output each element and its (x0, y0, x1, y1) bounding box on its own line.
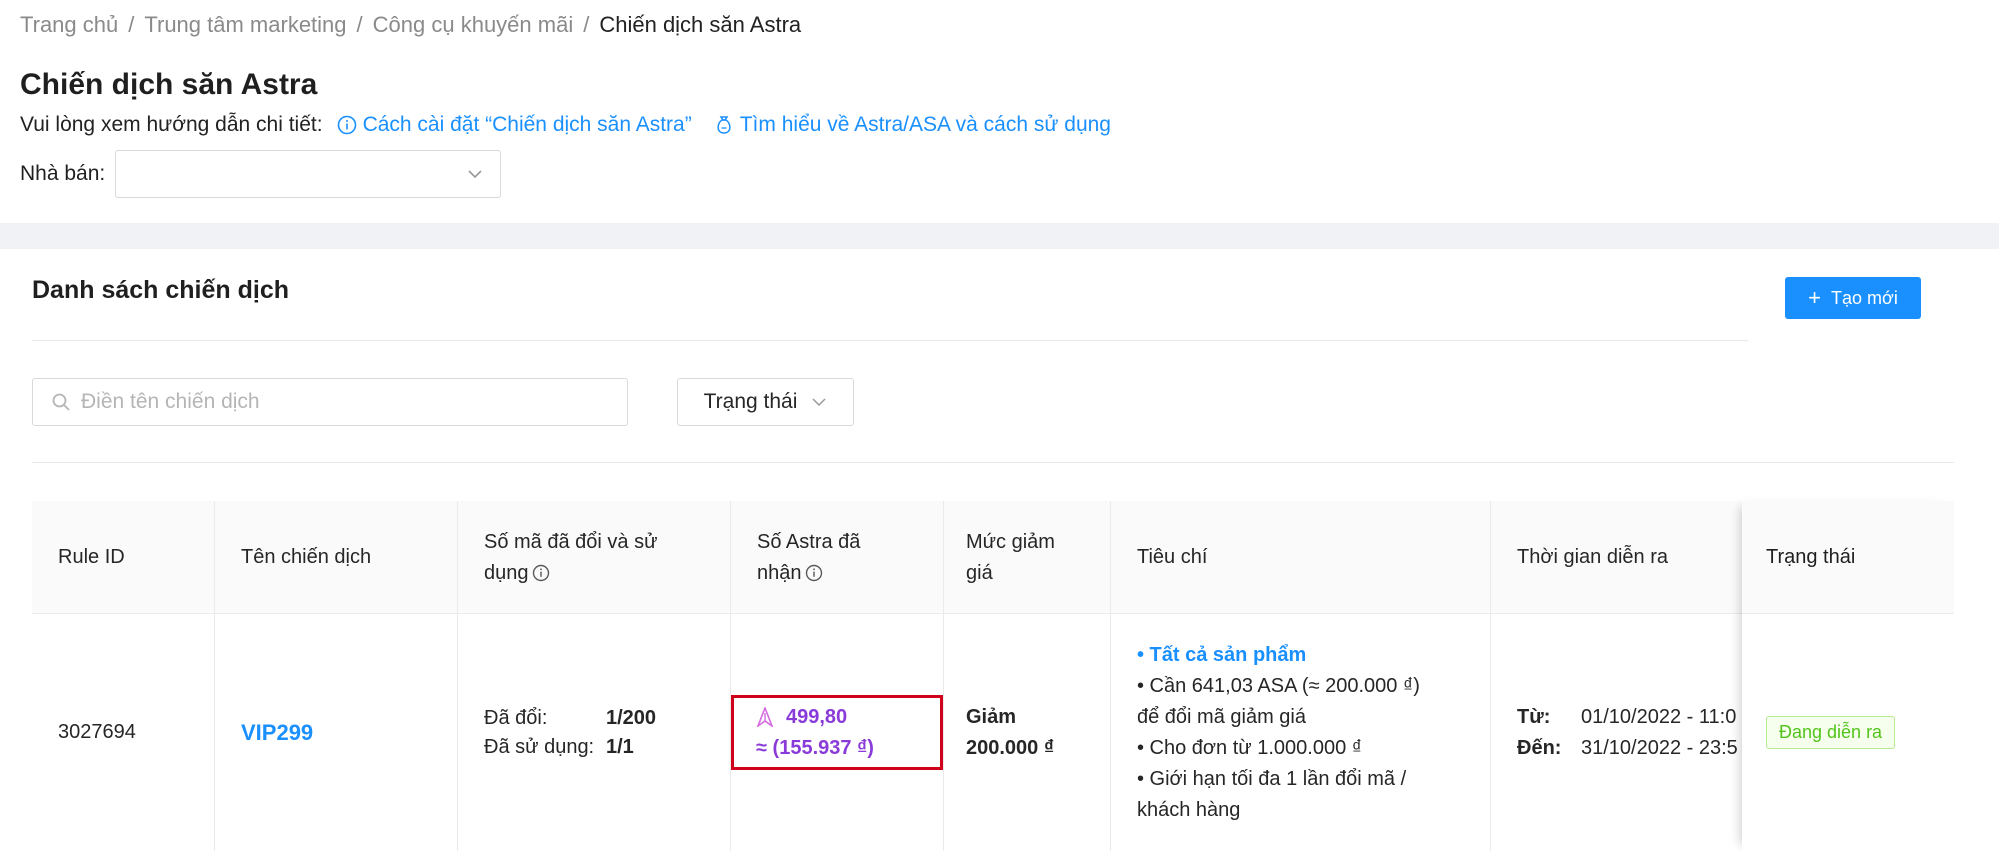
criteria-item: • Tất cả sản phẩm (1137, 643, 1307, 666)
cell-codes: Đã đổi: 1/200 Đã sử dụng: 1/1 (457, 614, 730, 851)
table-header: Rule ID Tên chiến dịch Số mã đã đổi và s… (32, 501, 1954, 614)
col-header-codes-text: Số mã đã đổi và sử dụng (484, 527, 690, 589)
setup-guide-link-text: Cách cài đặt “Chiến dịch săn Astra” (362, 113, 692, 136)
campaign-table: Rule ID Tên chiến dịch Số mã đã đổi và s… (32, 501, 1954, 851)
col-header-codes-label: Số mã đã đổi và sử dụng (484, 530, 658, 584)
cell-name: VIP299 (214, 614, 457, 851)
create-new-button[interactable]: + Tạo mới (1785, 277, 1921, 319)
info-circle-icon[interactable] (805, 564, 823, 582)
col-header-name: Tên chiến dịch (214, 501, 457, 614)
breadcrumb-separator: / (128, 12, 135, 37)
section-divider (0, 223, 1999, 249)
col-header-criteria: Tiêu chí (1110, 501, 1490, 614)
status-filter-dropdown[interactable]: Trạng thái (677, 378, 854, 426)
status-filter-label: Trạng thái (703, 390, 798, 413)
cell-criteria: • Tất cả sản phẩm • Cần 641,03 ASA (≈ 20… (1110, 614, 1490, 851)
exchanged-value: 1/200 (606, 706, 657, 729)
discount-line-1: Giảm (966, 705, 1017, 728)
criteria-list: • Tất cả sản phẩm • Cần 641,03 ASA (≈ 20… (1137, 640, 1420, 826)
astra-highlight-box: 499,80 ≈ (155.937 ₫) (731, 695, 943, 770)
money-bag-icon (717, 116, 731, 134)
col-header-rule-id: Rule ID (32, 501, 214, 614)
chevron-down-icon (812, 398, 826, 407)
chevron-down-icon (468, 170, 482, 179)
discount-line-2: 200.000 ₫ (966, 736, 1055, 759)
cell-astra: 499,80 ≈ (155.937 ₫) (730, 614, 943, 851)
breadcrumb-item-home[interactable]: Trang chủ (20, 12, 118, 38)
discount-value: Giảm 200.000 ₫ (966, 702, 1054, 764)
divider (32, 340, 1748, 341)
page-header: Trang chủ / Trung tâm marketing / Công cụ kh… (0, 0, 1999, 223)
to-label: Đến: (1517, 736, 1562, 759)
guide-row: Vui lòng xem hướng dẫn chi tiết: Cách cà… (20, 113, 1111, 137)
status-column: Trạng thái Đang diễn ra (1742, 501, 1954, 851)
info-circle-icon[interactable] (532, 564, 550, 582)
criteria-item: • Cho đơn từ 1.000.000 ₫ (1137, 736, 1363, 759)
codes-stats: Đã đổi: 1/200 Đã sử dụng: 1/1 (484, 707, 656, 759)
exchanged-label: Đã đổi: (484, 706, 548, 729)
col-header-time-text: Thời gian diễn ra (1517, 546, 1668, 568)
astra-info-link-text: Tìm hiểu về Astra/ASA và cách sử dụng (739, 113, 1111, 136)
astra-amount-line: 499,80 (756, 702, 940, 733)
col-header-time: Thời gian diễn ra (1490, 501, 1742, 614)
campaign-search-box (32, 378, 628, 426)
criteria-item-continued: khách hàng (1137, 798, 1241, 821)
seller-label: Nhà bán (20, 162, 100, 185)
criteria-item-continued: để đổi mã giảm giá (1137, 705, 1306, 728)
setup-guide-link[interactable]: Cách cài đặt “Chiến dịch săn Astra” (337, 113, 692, 137)
criteria-item: • Cần 641,03 ASA (≈ 200.000 ₫) (1137, 674, 1420, 697)
astra-icon (756, 707, 774, 727)
breadcrumb-item-promotion-tools[interactable]: Công cụ khuyến mãi (373, 12, 574, 38)
col-header-rule-id-text: Rule ID (58, 546, 125, 568)
col-header-astra: Số Astra đã nhận (730, 501, 943, 614)
astra-info-link[interactable]: Tìm hiểu về Astra/ASA và cách sử dụng (714, 113, 1111, 137)
to-value: 31/10/2022 - 23:5 (1581, 736, 1738, 759)
col-header-criteria-text: Tiêu chí (1137, 546, 1208, 568)
used-value: 1/1 (606, 735, 634, 758)
guide-label: Vui lòng xem hướng dẫn chi tiết: (20, 113, 323, 136)
status-badge: Đang diễn ra (1766, 716, 1896, 749)
time-range: Từ: 01/10/2022 - 11:0 Đến: 31/10/2022 - 23… (1517, 702, 1738, 764)
from-label: Từ: (1517, 705, 1551, 728)
breadcrumb-separator: / (356, 12, 363, 37)
col-header-status: Trạng thái (1742, 501, 1954, 614)
criteria-item: • Giới hạn tối đa 1 lần đổi mã / (1137, 767, 1407, 790)
cell-status: Đang diễn ra (1742, 614, 1954, 851)
table-row: 3027694 VIP299 Đã đổi: 1/200 Đã sử dụng: 1… (32, 614, 1954, 851)
col-header-name-text: Tên chiến dịch (241, 546, 372, 568)
plus-icon: + (1808, 285, 1822, 310)
used-label: Đã sử dụng: (484, 735, 595, 758)
campaign-search-input[interactable] (79, 389, 603, 415)
create-new-label: Tạo mới (1831, 287, 1898, 308)
page-title: Chiến dịch săn Astra (20, 68, 318, 101)
divider (32, 462, 1954, 463)
astra-amount: 499,80 (786, 705, 848, 728)
breadcrumb-item-marketing[interactable]: Trung tâm marketing (144, 12, 346, 38)
search-icon (52, 393, 70, 411)
col-header-astra-text: Số Astra đã nhận (757, 527, 893, 589)
seller-label-colon: : (99, 162, 106, 185)
breadcrumb: Trang chủ / Trung tâm marketing / Công cụ kh… (20, 12, 801, 38)
col-header-discount: Mức giảm giá (943, 501, 1110, 614)
cell-discount: Giảm 200.000 ₫ (943, 614, 1110, 851)
cell-rule-id: 3027694 (32, 614, 214, 851)
col-header-status-text: Trạng thái (1766, 545, 1856, 568)
info-circle-icon (337, 115, 356, 135)
seller-filter: Nhà bán: (20, 150, 502, 198)
campaign-list-title: Danh sách chiến dịch (32, 276, 290, 304)
breadcrumb-current: Chiến dịch săn Astra (599, 12, 802, 37)
campaign-name-link[interactable]: VIP299 (241, 720, 313, 746)
rule-id-value: 3027694 (58, 721, 136, 743)
from-value: 01/10/2022 - 11:0 (1581, 705, 1737, 728)
col-header-discount-text: Mức giảm giá (966, 530, 1055, 584)
col-header-codes: Số mã đã đổi và sử dụng (457, 501, 730, 614)
astra-vnd-value: ≈ (155.937 ₫) (756, 736, 874, 759)
breadcrumb-separator: / (583, 12, 590, 37)
seller-select[interactable] (115, 150, 502, 198)
cell-time: Từ: 01/10/2022 - 11:0 Đến: 31/10/2022 - 23… (1490, 614, 1742, 851)
